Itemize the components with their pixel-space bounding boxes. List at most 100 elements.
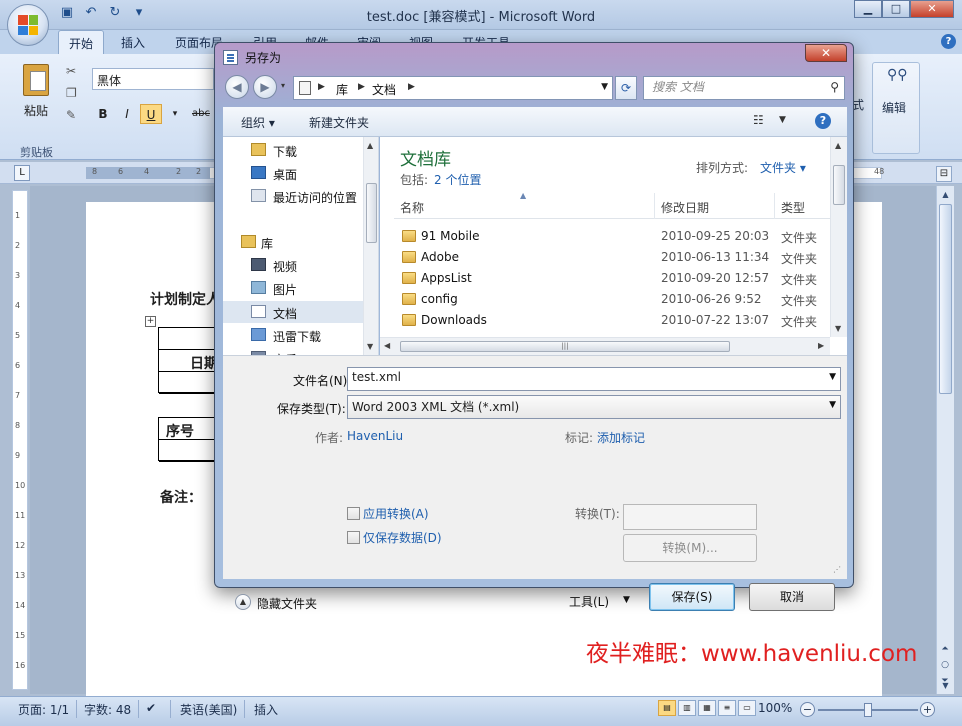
- copy-icon[interactable]: ❐: [66, 86, 77, 100]
- forward-arrow-icon[interactable]: ▶: [253, 75, 277, 99]
- arrange-by-dropdown[interactable]: 文件夹 ▾: [760, 159, 806, 176]
- scroll-up-icon[interactable]: ▲: [939, 188, 952, 201]
- bold-icon[interactable]: B: [92, 104, 114, 124]
- hide-folders-button[interactable]: 隐藏文件夹: [257, 595, 317, 612]
- table-move-handle-icon[interactable]: +: [145, 316, 156, 327]
- resize-grip-icon[interactable]: ⋰: [833, 565, 843, 575]
- select-browse-object-icon[interactable]: ○: [939, 660, 951, 670]
- refresh-icon[interactable]: ⟳: [615, 76, 637, 100]
- paste-button[interactable]: 粘贴: [24, 102, 48, 119]
- breadcrumb-library[interactable]: 库: [336, 81, 348, 98]
- format-painter-icon[interactable]: ✎: [66, 108, 76, 122]
- document-scrollbar[interactable]: ▲ ▼: [936, 186, 954, 694]
- tab-home[interactable]: 开始: [58, 30, 105, 54]
- font-name-select[interactable]: 黑体: [92, 68, 214, 90]
- column-divider[interactable]: [654, 193, 655, 219]
- language-indicator[interactable]: 英语(美国): [180, 701, 237, 718]
- dialog-close-button[interactable]: ✕: [805, 44, 847, 62]
- scroll-thumb[interactable]: |||: [400, 341, 730, 352]
- scroll-left-icon[interactable]: ◀: [384, 341, 390, 350]
- scroll-down-icon[interactable]: ▼: [835, 324, 841, 333]
- nav-item-downloads[interactable]: 下载: [223, 139, 363, 161]
- next-page-icon[interactable]: ⏷: [939, 676, 951, 686]
- nav-item-music[interactable]: 音乐: [223, 347, 363, 355]
- address-bar[interactable]: ▶ 库 ▶ 文档 ▶ ▼: [293, 76, 613, 100]
- scroll-thumb[interactable]: [366, 183, 377, 243]
- column-name[interactable]: 名称: [400, 199, 424, 216]
- view-ruler-icon[interactable]: ⊟: [936, 166, 952, 182]
- tags-field[interactable]: 添加标记: [597, 429, 645, 446]
- list-item[interactable]: config 2010-06-26 9:52 文件夹: [394, 289, 830, 310]
- list-item[interactable]: Downloads 2010-07-22 13:07 文件夹: [394, 310, 830, 331]
- nav-item-videos[interactable]: 视频: [223, 254, 363, 276]
- scroll-right-icon[interactable]: ▶: [818, 341, 824, 350]
- help-icon[interactable]: ?: [941, 34, 956, 49]
- paste-icon[interactable]: [23, 64, 49, 96]
- back-arrow-icon[interactable]: ◀: [225, 75, 249, 99]
- scroll-down-icon[interactable]: ▼: [367, 342, 373, 351]
- nav-item-recent[interactable]: 最近访问的位置: [223, 185, 363, 207]
- cut-icon[interactable]: ✂: [66, 64, 76, 78]
- nav-item-desktop[interactable]: 桌面: [223, 162, 363, 184]
- scroll-up-icon[interactable]: ▲: [367, 141, 373, 150]
- column-date[interactable]: 修改日期: [661, 199, 709, 216]
- close-button[interactable]: ✕: [910, 0, 954, 18]
- author-field[interactable]: HavenLiu: [347, 429, 403, 443]
- spell-check-icon[interactable]: ✔: [146, 701, 156, 715]
- apply-transform-checkbox[interactable]: [347, 507, 360, 520]
- list-item[interactable]: AppsList 2010-09-20 12:57 文件夹: [394, 268, 830, 289]
- file-list-hscrollbar[interactable]: ◀ ||| ▶: [380, 337, 830, 355]
- filename-input[interactable]: test.xml ▼: [347, 367, 841, 391]
- tab-stop-selector[interactable]: L: [14, 165, 30, 181]
- recent-locations-dropdown-icon[interactable]: ▾: [281, 81, 285, 90]
- search-box[interactable]: ⚲: [643, 76, 845, 100]
- zoom-slider-thumb[interactable]: [864, 703, 872, 717]
- list-item[interactable]: 91 Mobile 2010-09-25 20:03 文件夹: [394, 226, 830, 247]
- tab-insert[interactable]: 插入: [121, 34, 145, 51]
- save-button[interactable]: 保存(S): [649, 583, 735, 611]
- office-button[interactable]: [7, 4, 49, 46]
- insert-mode-indicator[interactable]: 插入: [254, 701, 278, 718]
- column-divider[interactable]: [774, 193, 775, 219]
- zoom-in-icon[interactable]: +: [920, 702, 935, 717]
- outline-icon[interactable]: ≡: [718, 700, 736, 716]
- chevron-up-icon[interactable]: ▲: [235, 594, 251, 610]
- previous-page-icon[interactable]: ⏶: [939, 644, 951, 654]
- print-layout-icon[interactable]: ▤: [658, 700, 676, 716]
- maximize-button[interactable]: □: [882, 0, 910, 18]
- breadcrumb-arrow-icon[interactable]: ▶: [408, 82, 415, 92]
- scroll-thumb[interactable]: [939, 204, 952, 394]
- web-layout-icon[interactable]: ▦: [698, 700, 716, 716]
- new-folder-button[interactable]: 新建文件夹: [309, 114, 369, 131]
- page-count[interactable]: 页面: 1/1: [18, 701, 69, 718]
- breadcrumb-arrow-icon[interactable]: ▶: [318, 82, 325, 92]
- zoom-out-icon[interactable]: −: [800, 702, 815, 717]
- underline-icon[interactable]: U: [140, 104, 162, 124]
- breadcrumb-documents[interactable]: 文档: [372, 81, 396, 98]
- word-count[interactable]: 字数: 48: [84, 701, 131, 718]
- search-icon[interactable]: ⚲: [830, 80, 839, 94]
- address-dropdown-icon[interactable]: ▼: [601, 82, 608, 92]
- nav-item-documents[interactable]: 文档: [223, 301, 363, 323]
- zoom-level[interactable]: 100%: [758, 701, 792, 715]
- scroll-thumb[interactable]: [833, 165, 845, 205]
- organize-button[interactable]: 组织 ▾: [241, 114, 275, 131]
- nav-item-pictures[interactable]: 图片: [223, 277, 363, 299]
- minimize-button[interactable]: ▁: [854, 0, 882, 18]
- breadcrumb-arrow-icon[interactable]: ▶: [358, 82, 365, 92]
- library-locations-link[interactable]: 2 个位置: [434, 171, 481, 188]
- draft-icon[interactable]: ▭: [738, 700, 756, 716]
- underline-dropdown-icon[interactable]: ▾: [164, 104, 186, 124]
- doc-heading[interactable]: 计划制定人: [150, 289, 220, 309]
- save-data-only-label[interactable]: 仅保存数据(D): [363, 529, 442, 546]
- editing-group[interactable]: ⚲⚲ 编辑: [872, 62, 920, 154]
- search-input[interactable]: [652, 80, 822, 94]
- scroll-up-icon[interactable]: ▲: [835, 141, 841, 150]
- save-type-select[interactable]: Word 2003 XML 文档 (*.xml) ▼: [347, 395, 841, 419]
- column-type[interactable]: 类型: [781, 199, 805, 216]
- chevron-down-icon[interactable]: ▼: [829, 372, 836, 382]
- help-icon[interactable]: ?: [815, 113, 831, 129]
- full-screen-reading-icon[interactable]: ▥: [678, 700, 696, 716]
- cancel-button[interactable]: 取消: [749, 583, 835, 611]
- save-data-only-checkbox[interactable]: [347, 531, 360, 544]
